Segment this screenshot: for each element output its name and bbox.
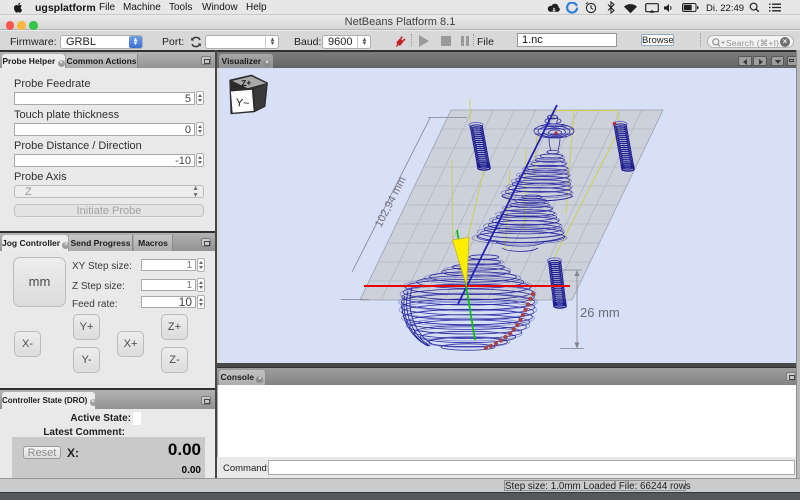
svg-text:26 mm: 26 mm bbox=[580, 305, 620, 320]
svg-text:Z+: Z+ bbox=[241, 77, 252, 88]
svg-text:Y−: Y− bbox=[235, 97, 250, 110]
